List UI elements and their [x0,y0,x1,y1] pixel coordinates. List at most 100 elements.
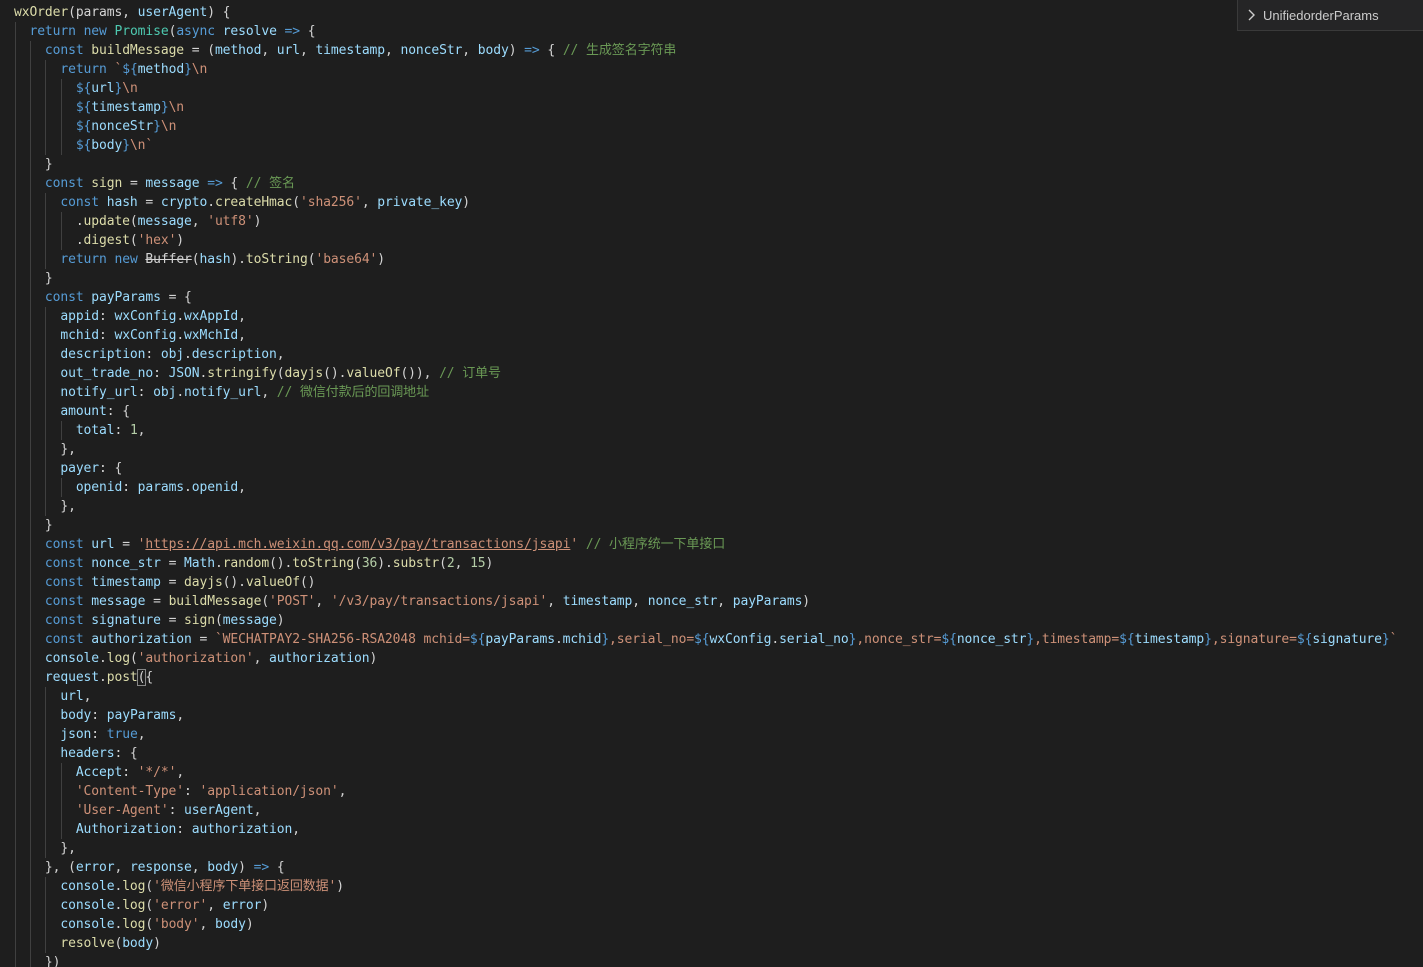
code-line[interactable]: }) [14,953,61,967]
code-token: ) [245,917,254,932]
code-token: https://api.mch.weixin.qq.com/v3/pay/tra… [145,537,571,552]
code-line[interactable]: ${url}\n [14,79,138,98]
code-token: serial_no [779,632,849,647]
code-token: => [524,43,540,58]
code-token: : [99,309,115,324]
code-line[interactable]: Authorization: authorization, [14,820,300,839]
code-token: ) [276,613,285,628]
code-line[interactable]: }, (error, response, body) => { [14,858,285,877]
code-line[interactable]: const signature = sign(message) [14,611,285,630]
code-line[interactable]: const timestamp = dayjs().valueOf() [14,573,316,592]
code-line[interactable]: amount: { [14,402,130,421]
chevron-right-icon[interactable] [1246,7,1258,23]
code-token: body [60,708,92,723]
code-token: log [122,879,146,894]
code-token: payer [60,461,100,476]
code-line[interactable]: return new Promise(async resolve => { [14,22,315,41]
code-token: . [14,214,84,229]
code-line[interactable]: const sign = message => { // 签名 [14,174,295,193]
code-token: createHmac [214,195,293,210]
code-line[interactable]: const payParams = { [14,288,192,307]
code-line[interactable]: appid: wxConfig.wxAppId, [14,307,246,326]
code-token: . [99,651,107,666]
code-line[interactable]: console.log('error', error) [14,896,269,915]
code-line[interactable]: const buildMessage = (method, url, times… [14,41,676,60]
code-line[interactable]: const message = buildMessage('POST', '/v… [14,592,810,611]
code-line[interactable]: openid: params.openid, [14,478,246,497]
code-token: headers [60,746,115,761]
code-token: const [44,537,84,552]
code-editor[interactable]: wxOrder(params, userAgent) { return new … [0,0,1423,967]
code-line[interactable]: } [14,155,53,174]
code-token: `WECHATPAY2-SHA256-RSA2048 mchid= [214,632,470,647]
code-token: . [176,309,185,324]
code-line[interactable]: wxOrder(params, userAgent) { [14,3,230,22]
code-line[interactable]: return new Buffer(hash).toString('base64… [14,250,385,269]
code-line[interactable]: resolve(body) [14,934,161,953]
code-token: wxAppId [184,309,239,324]
code-line[interactable]: }, [14,497,76,516]
code-line[interactable]: const authorization = `WECHATPAY2-SHA256… [14,630,1398,649]
code-token: request [44,670,100,685]
code-token: : [122,765,138,780]
code-line[interactable]: payer: { [14,459,122,478]
code-line[interactable]: return `${method}\n [14,60,207,79]
code-line[interactable]: 'User-Agent': userAgent, [14,801,262,820]
code-token: buildMessage [168,594,262,609]
code-line[interactable]: const nonce_str = Math.random().toString… [14,554,493,573]
code-line[interactable]: ${timestamp}\n [14,98,184,117]
code-token: , [292,822,300,837]
code-line[interactable]: request.post({ [14,668,153,687]
code-token: error [75,860,115,875]
code-token: , [238,309,246,324]
code-line[interactable]: .digest('hex') [14,231,184,250]
code-token: ${ [75,138,92,153]
code-line[interactable]: Accept: '*/*', [14,763,184,782]
code-line[interactable]: json: true, [14,725,145,744]
code-token: wxConfig [114,328,177,343]
code-token: ( [292,195,300,210]
code-line[interactable]: description: obj.description, [14,345,284,364]
code-line[interactable]: .update(message, 'utf8') [14,212,262,231]
code-line[interactable]: out_trade_no: JSON.stringify(dayjs().val… [14,364,501,383]
code-token: ( [261,594,270,609]
code-line[interactable]: 'Content-Type': 'application/json', [14,782,347,801]
code-token: ( [354,556,362,571]
code-line[interactable]: headers: { [14,744,137,763]
code-token: ) [377,252,386,267]
code-token: 'hex' [137,233,177,248]
code-line[interactable]: total: 1, [14,421,146,440]
code-token: : [153,366,169,381]
code-line[interactable]: url, [14,687,91,706]
code-line[interactable]: notify_url: obj.notify_url, // 微信付款后的回调地… [14,383,429,402]
code-line[interactable]: console.log('authorization', authorizati… [14,649,377,668]
code-line[interactable]: console.log('微信小程序下单接口返回数据') [14,877,344,896]
code-line[interactable]: ${nonceStr}\n [14,117,177,136]
code-line[interactable]: } [14,269,53,288]
breadcrumb-label[interactable]: UnifiedorderParams [1263,8,1379,23]
code-token: console [60,917,115,932]
breadcrumb[interactable]: UnifiedorderParams [1237,0,1423,31]
code-token: } [14,157,53,172]
code-token: }) [14,955,61,967]
code-line[interactable]: }, [14,839,76,858]
code-token: obj [153,385,177,400]
code-line[interactable]: }, [14,440,76,459]
code-line[interactable]: ${body}\n` [14,136,153,155]
code-token: { [300,24,316,39]
code-token: body [214,917,246,932]
code-token: payParams [732,594,803,609]
code-line[interactable]: body: payParams, [14,706,184,725]
code-token: substr [392,556,440,571]
code-line[interactable]: const hash = crypto.createHmac('sha256',… [14,193,470,212]
code-line[interactable]: console.log('body', body) [14,915,254,934]
code-token: , [199,917,215,932]
code-token: amount [60,404,107,419]
code-line[interactable]: const url = 'https://api.mch.weixin.qq.c… [14,535,725,554]
code-line[interactable]: mchid: wxConfig.wxMchId, [14,326,246,345]
code-line[interactable]: } [14,516,53,535]
